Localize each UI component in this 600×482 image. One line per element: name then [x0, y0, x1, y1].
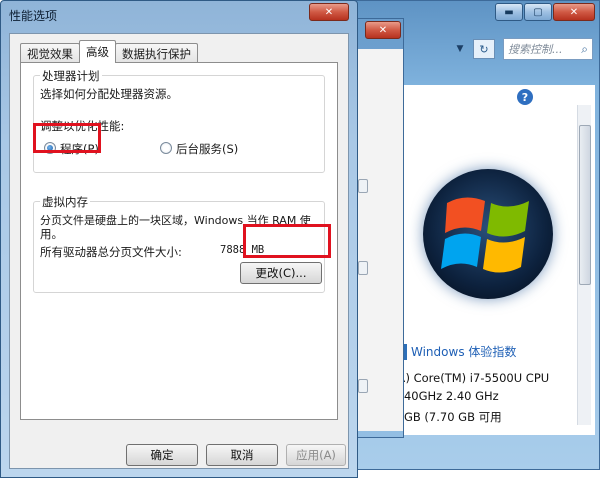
windows-flag-icon — [441, 197, 529, 273]
middle-close-button[interactable]: ✕ — [365, 21, 401, 39]
partial-button[interactable] — [358, 261, 368, 275]
dialog-close-button[interactable]: ✕ — [309, 3, 349, 21]
tab-visual-effects[interactable]: 视觉效果 — [20, 43, 80, 63]
windows-experience-index[interactable]: 6 Windows 体验指数 — [393, 343, 516, 360]
highlight-change-button — [243, 224, 331, 258]
ram-info: 0 GB (7.70 GB 可用 — [393, 410, 502, 424]
cpu-info: (R) Core(TM) i7-5500U CPU — [393, 371, 550, 385]
tab-dep[interactable]: 数据执行保护 — [115, 43, 198, 63]
search-input[interactable]: 搜索控制... ⌕ — [503, 38, 593, 60]
background-services-label[interactable]: 后台服务(S) — [176, 141, 238, 157]
chevron-down-icon[interactable]: ▼ — [451, 39, 469, 59]
scrollbar-thumb[interactable] — [579, 125, 591, 285]
partial-button[interactable] — [358, 179, 368, 193]
processor-description: 选择如何分配处理器资源。 — [40, 87, 178, 101]
tab-advanced[interactable]: 高级 — [79, 40, 116, 63]
middle-window-content — [355, 49, 403, 431]
virtual-memory-description-line2: 用。 — [40, 227, 63, 241]
wei-link[interactable]: Windows 体验指数 — [411, 343, 516, 360]
partial-button[interactable] — [358, 379, 368, 393]
cancel-button[interactable]: 取消 — [206, 444, 278, 466]
windows-logo — [423, 169, 553, 299]
address-bar-row: ▼ ↻ 搜索控制... ⌕ — [451, 37, 593, 61]
cpu-frequency: 2.40GHz 2.40 GHz — [393, 389, 499, 403]
change-virtual-memory-button[interactable]: 更改(C)... — [240, 262, 322, 284]
refresh-icon[interactable]: ↻ — [473, 39, 495, 59]
virtual-memory-title: 虚拟内存 — [40, 194, 90, 210]
search-placeholder: 搜索控制... — [508, 43, 563, 56]
search-icon: ⌕ — [581, 41, 588, 56]
scrollbar[interactable] — [577, 105, 591, 425]
maximize-button[interactable]: ▢ — [524, 3, 552, 21]
tab-strip: 视觉效果 高级 数据执行保护 — [20, 40, 198, 63]
help-icon[interactable]: ? — [517, 89, 533, 105]
apply-button[interactable]: 应用(A) — [286, 444, 346, 466]
close-button[interactable]: ✕ — [553, 3, 595, 21]
dialog-title: 性能选项 — [9, 9, 58, 23]
processor-group-title: 处理器计划 — [40, 68, 102, 84]
ok-button[interactable]: 确定 — [126, 444, 198, 466]
highlight-programs-option — [33, 123, 101, 153]
background-services-radio[interactable] — [160, 142, 172, 154]
back-window-caption-buttons: ▬ ▢ ✕ — [494, 3, 595, 21]
minimize-button[interactable]: ▬ — [495, 3, 523, 21]
total-paging-label: 所有驱动器总分页文件大小: — [40, 245, 182, 259]
